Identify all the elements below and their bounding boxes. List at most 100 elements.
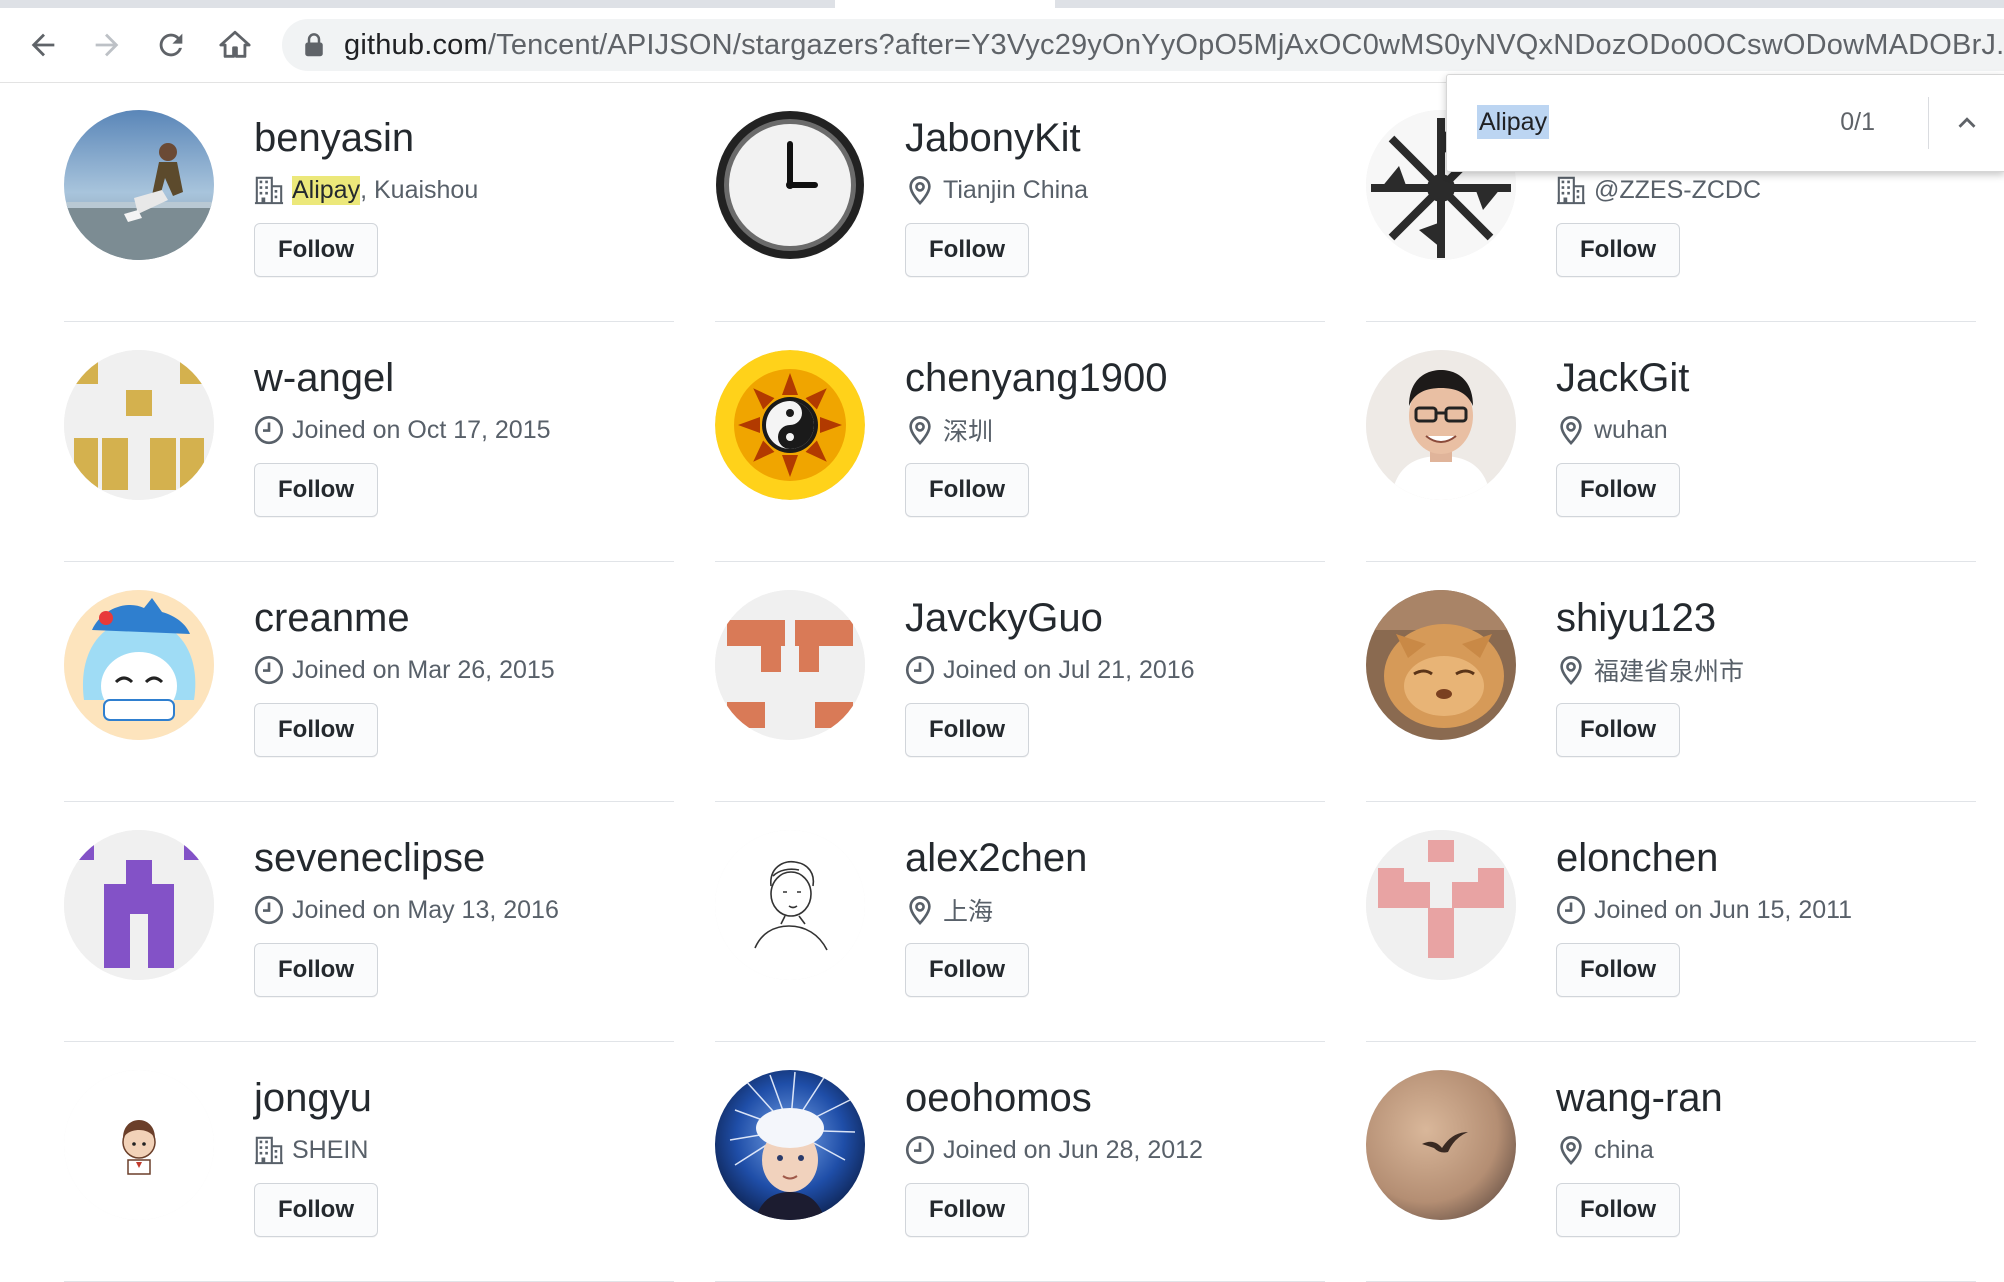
follow-button[interactable]: Follow: [905, 223, 1029, 277]
location-icon: [1556, 415, 1594, 445]
profile-meta-text: , Kuaishou: [360, 175, 479, 204]
find-input[interactable]: Alipay: [1477, 105, 1550, 139]
avatar[interactable]: [64, 110, 214, 260]
follow-button[interactable]: Follow: [905, 463, 1029, 517]
follow-button[interactable]: Follow: [254, 223, 378, 277]
forward-button[interactable]: [84, 22, 130, 68]
avatar[interactable]: [64, 350, 214, 500]
follow-button[interactable]: Follow: [1556, 703, 1680, 757]
clock-icon: [254, 415, 292, 445]
username-link[interactable]: elonchen: [1556, 836, 1718, 881]
follow-button[interactable]: Follow: [1556, 1183, 1680, 1237]
organization-icon: [254, 175, 292, 205]
stargazer-card: shiyu123 福建省泉州市 Follow: [1366, 562, 1976, 802]
stargazer-card: wang-ran china Follow: [1366, 1042, 1976, 1282]
reload-button[interactable]: [148, 22, 194, 68]
url-host: github.com: [344, 28, 488, 61]
profile-meta: 深圳: [905, 412, 993, 448]
stargazer-card: jongyu SHEIN Follow: [64, 1042, 674, 1282]
profile-meta-text: Joined on Oct 17, 2015: [292, 415, 551, 444]
follow-button[interactable]: Follow: [254, 463, 378, 517]
follow-button[interactable]: Follow: [254, 703, 378, 757]
forward-arrow-icon: [95, 33, 119, 57]
profile-meta-text: Joined on Jun 28, 2012: [943, 1135, 1203, 1164]
organization-icon: [254, 1135, 292, 1165]
profile-meta: Tianjin China: [905, 172, 1088, 208]
profile-meta: Joined on Jun 28, 2012: [905, 1132, 1203, 1168]
profile-meta-text: Joined on May 13, 2016: [292, 895, 559, 924]
username-link[interactable]: creanme: [254, 596, 410, 641]
profile-meta: Joined on Oct 17, 2015: [254, 412, 551, 448]
address-bar[interactable]: github.com/Tencent/APIJSON/stargazers?af…: [282, 19, 2004, 71]
avatar[interactable]: [1366, 1070, 1516, 1220]
username-link[interactable]: wang-ran: [1556, 1076, 1723, 1121]
organization-icon: [1556, 175, 1594, 205]
follow-button[interactable]: Follow: [1556, 943, 1680, 997]
avatar[interactable]: [715, 590, 865, 740]
profile-meta: Joined on Jun 15, 2011: [1556, 892, 1852, 928]
reload-icon: [159, 33, 183, 57]
stargazer-card: alex2chen 上海 Follow: [715, 802, 1325, 1042]
avatar[interactable]: [64, 830, 214, 980]
location-icon: [1556, 655, 1594, 685]
avatar[interactable]: [1366, 350, 1516, 500]
active-tab[interactable]: [835, 0, 1055, 8]
profile-meta-text: 上海: [943, 898, 994, 926]
stargazer-card: chenyang1900 深圳 Follow: [715, 322, 1325, 562]
stargazer-card: JackGit wuhan Follow: [1366, 322, 1976, 562]
avatar[interactable]: [715, 110, 865, 260]
avatar[interactable]: [1366, 830, 1516, 980]
username-link[interactable]: w-angel: [254, 356, 394, 401]
find-previous-button[interactable]: [1929, 97, 2004, 149]
profile-meta: china: [1556, 1132, 1654, 1168]
follow-button[interactable]: Follow: [1556, 223, 1680, 277]
clock-icon: [1556, 895, 1594, 925]
follow-button[interactable]: Follow: [254, 943, 378, 997]
stargazer-card: JavckyGuo Joined on Jul 21, 2016 Follow: [715, 562, 1325, 802]
follow-button[interactable]: Follow: [905, 703, 1029, 757]
clock-icon: [905, 1135, 943, 1165]
username-link[interactable]: chenyang1900: [905, 356, 1167, 401]
avatar[interactable]: [715, 350, 865, 500]
profile-meta: Alipay, Kuaishou: [254, 172, 478, 208]
stargazer-card: elonchen Joined on Jun 15, 2011 Follow: [1366, 802, 1976, 1042]
username-link[interactable]: JackGit: [1556, 356, 1689, 401]
clock-icon: [254, 895, 292, 925]
username-link[interactable]: oeohomos: [905, 1076, 1092, 1121]
location-icon: [1556, 1135, 1594, 1165]
stargazer-card: oeohomos Joined on Jun 28, 2012 Follow: [715, 1042, 1325, 1282]
profile-meta: 福建省泉州市: [1556, 652, 1744, 688]
find-highlight: Alipay: [292, 175, 361, 205]
find-bar: Alipay 0/1: [1446, 74, 2004, 172]
home-button[interactable]: [212, 22, 258, 68]
avatar[interactable]: [64, 590, 214, 740]
avatar[interactable]: [715, 830, 865, 980]
username-link[interactable]: jongyu: [254, 1076, 372, 1121]
profile-meta-text: Joined on Jul 21, 2016: [943, 655, 1195, 684]
username-link[interactable]: seveneclipse: [254, 836, 485, 881]
location-icon: [905, 415, 943, 445]
avatar[interactable]: [1366, 590, 1516, 740]
profile-meta-text: 深圳: [943, 418, 994, 446]
profile-meta-text: 福建省泉州市: [1594, 658, 1745, 686]
username-link[interactable]: shiyu123: [1556, 596, 1716, 641]
username-link[interactable]: benyasin: [254, 116, 414, 161]
username-link[interactable]: JabonyKit: [905, 116, 1081, 161]
follow-button[interactable]: Follow: [905, 1183, 1029, 1237]
username-link[interactable]: alex2chen: [905, 836, 1087, 881]
profile-meta: Joined on Mar 26, 2015: [254, 652, 555, 688]
chevron-up-icon: [1958, 117, 1976, 128]
follow-button[interactable]: Follow: [1556, 463, 1680, 517]
profile-meta-text: wuhan: [1594, 415, 1668, 444]
url-text[interactable]: github.com/Tencent/APIJSON/stargazers?af…: [344, 29, 2004, 62]
back-button[interactable]: [20, 22, 66, 68]
username-link[interactable]: JavckyGuo: [905, 596, 1103, 641]
follow-button[interactable]: Follow: [254, 1183, 378, 1237]
clock-icon: [254, 655, 292, 685]
clock-icon: [905, 655, 943, 685]
back-arrow-icon: [31, 33, 55, 57]
avatar[interactable]: [64, 1070, 214, 1220]
stargazer-card: benyasin Alipay, Kuaishou Follow: [64, 82, 674, 322]
avatar[interactable]: [715, 1070, 865, 1220]
follow-button[interactable]: Follow: [905, 943, 1029, 997]
